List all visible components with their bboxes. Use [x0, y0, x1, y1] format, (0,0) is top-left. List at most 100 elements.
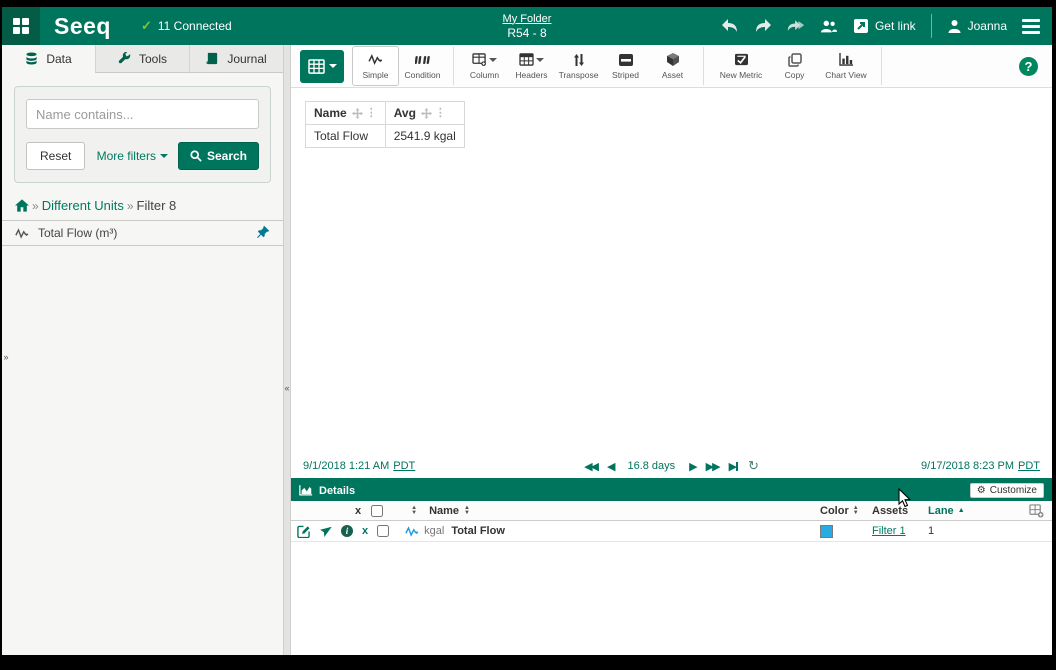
toolbar-copy-button[interactable]: Copy: [771, 46, 818, 86]
asset-link[interactable]: Filter 1: [872, 525, 906, 537]
assets-column-header[interactable]: Assets: [872, 505, 928, 517]
sort-icon[interactable]: ▲▼: [853, 506, 859, 516]
signal-row-checkbox[interactable]: [377, 525, 389, 537]
remove-all-button[interactable]: x: [355, 505, 361, 517]
toolbar-chart-view-button[interactable]: Chart View: [818, 46, 874, 86]
navigate-to-signal-button[interactable]: [319, 525, 332, 538]
range-start-value[interactable]: 9/1/2018 1:21 AM: [303, 460, 389, 472]
range-end[interactable]: 9/17/2018 8:23 PM PDT: [759, 460, 1040, 472]
share-forward-icon: [787, 18, 805, 34]
step-forward-full-button[interactable]: ▶▶: [706, 460, 719, 473]
details-columns-header: x ▲▼ Name ▲▼ Color ▲▼ Assets Lane ▲: [291, 501, 1052, 521]
range-end-value[interactable]: 9/17/2018 8:23 PM: [921, 460, 1014, 472]
table-row[interactable]: Total Flow 2541.9 kgal: [306, 125, 465, 148]
share-forward-button[interactable]: [787, 17, 805, 35]
tab-tools[interactable]: Tools: [95, 45, 189, 73]
signal-info-button[interactable]: i: [341, 525, 353, 537]
color-swatch[interactable]: [820, 525, 833, 538]
signal-waveform-icon: [15, 228, 29, 239]
connection-status-label: 11 Connected: [158, 19, 232, 33]
search-input[interactable]: [26, 99, 259, 129]
details-panel: Details ⚙ Customize x ▲▼ Name ▲▼ Color: [291, 478, 1052, 655]
toolbar-new-metric-label: New Metric: [720, 70, 763, 80]
column-menu-icon[interactable]: ⋮: [366, 108, 377, 118]
sidebar-splitter[interactable]: «: [283, 45, 291, 655]
toolbar-headers-button[interactable]: Headers: [508, 46, 555, 86]
color-column-header[interactable]: Color ▲▼: [820, 505, 872, 517]
lane-column-header[interactable]: Lane ▲: [928, 505, 974, 517]
collapse-sidebar-handle[interactable]: «: [284, 383, 290, 393]
toolbar-column-button[interactable]: Column: [461, 46, 508, 86]
table-cell-name: Total Flow: [306, 125, 386, 148]
undo-button[interactable]: [721, 17, 739, 35]
redo-button[interactable]: [754, 17, 772, 35]
signal-lane-cell: 1: [928, 525, 974, 537]
pin-icon[interactable]: [257, 225, 270, 241]
expand-left-panel-handle[interactable]: »: [2, 352, 10, 362]
remove-signal-button[interactable]: x: [362, 525, 368, 537]
edit-signal-button[interactable]: [297, 525, 310, 538]
toolbar-new-metric-button[interactable]: New Metric: [711, 46, 771, 86]
get-link-icon: [853, 18, 869, 34]
striped-icon: [619, 54, 633, 66]
table-header-name[interactable]: Name ⋮: [306, 102, 386, 125]
toolbar-condition-button[interactable]: Condition: [399, 46, 446, 86]
step-forward-half-button[interactable]: ▶: [689, 460, 695, 473]
signal-type-icon: [405, 526, 419, 537]
auto-update-button[interactable]: ↻: [748, 458, 759, 474]
details-panel-header: Details ⚙ Customize: [291, 480, 1052, 501]
journal-book-icon: [206, 52, 219, 65]
tab-journal[interactable]: Journal: [189, 45, 283, 73]
step-to-now-button[interactable]: ▶: [729, 460, 738, 473]
range-end-timezone-link[interactable]: PDT: [1018, 460, 1040, 472]
asset-cube-icon: [666, 53, 680, 66]
header-actions: Get link Joanna: [721, 14, 1052, 38]
hamburger-menu-button[interactable]: [1022, 19, 1040, 34]
name-column-header[interactable]: Name: [429, 505, 459, 517]
toolbar-column-label: Column: [470, 70, 499, 80]
collaborators-button[interactable]: [820, 17, 838, 35]
apps-menu-button[interactable]: [2, 7, 40, 45]
more-filters-link[interactable]: More filters: [97, 149, 168, 163]
tab-data[interactable]: Data: [2, 45, 95, 73]
add-column-button[interactable]: [974, 504, 1044, 518]
user-menu[interactable]: Joanna: [947, 19, 1007, 34]
toolbar-simple-button[interactable]: Simple: [352, 46, 399, 86]
range-start-timezone-link[interactable]: PDT: [393, 460, 415, 472]
left-sidebar: Data Tools Journal Reset More filters: [2, 45, 283, 655]
details-signal-row[interactable]: i x kgal Total Flow Filter 1: [291, 521, 1052, 542]
select-all-checkbox[interactable]: [371, 505, 383, 517]
column-menu-icon[interactable]: ⋮: [435, 108, 446, 118]
signal-color-cell[interactable]: [820, 525, 872, 538]
signal-list-item[interactable]: Total Flow (m³): [2, 221, 283, 246]
breadcrumb-current: Filter 8: [137, 198, 177, 213]
sort-icon[interactable]: ▲▼: [411, 506, 417, 516]
toolbar-asset-button[interactable]: Asset: [649, 46, 696, 86]
sort-icon[interactable]: ▲▼: [464, 506, 470, 516]
toolbar-striped-button[interactable]: Striped: [602, 46, 649, 86]
table-header-avg-label: Avg: [394, 106, 416, 120]
copy-icon: [788, 53, 802, 67]
breadcrumb-link-different-units[interactable]: Different Units: [42, 198, 124, 213]
duration-label[interactable]: 16.8 days: [627, 460, 675, 472]
step-back-full-button[interactable]: ◀◀: [584, 460, 597, 473]
range-start[interactable]: 9/1/2018 1:21 AM PDT: [303, 460, 584, 472]
new-metric-icon: [734, 53, 749, 66]
worksheet-toolbar: Simple Condition Column: [291, 45, 1052, 88]
folder-breadcrumb-link[interactable]: My Folder: [503, 13, 552, 25]
reset-button[interactable]: Reset: [26, 142, 85, 170]
step-back-half-button[interactable]: ◀: [607, 460, 613, 473]
search-button[interactable]: Search: [178, 142, 259, 170]
home-breadcrumb-button[interactable]: [15, 199, 29, 212]
view-selector-button[interactable]: [300, 50, 344, 83]
table-header-avg[interactable]: Avg ⋮: [385, 102, 464, 125]
help-button[interactable]: ?: [1019, 57, 1038, 76]
toolbar-transpose-button[interactable]: Transpose: [555, 46, 602, 86]
redo-icon: [754, 18, 772, 34]
move-column-icon[interactable]: [421, 108, 432, 119]
user-icon: [947, 19, 962, 34]
customize-button[interactable]: ⚙ Customize: [970, 483, 1044, 498]
get-link-button[interactable]: Get link: [853, 18, 916, 34]
move-column-icon[interactable]: [352, 108, 363, 119]
toolbar-copy-label: Copy: [785, 70, 805, 80]
